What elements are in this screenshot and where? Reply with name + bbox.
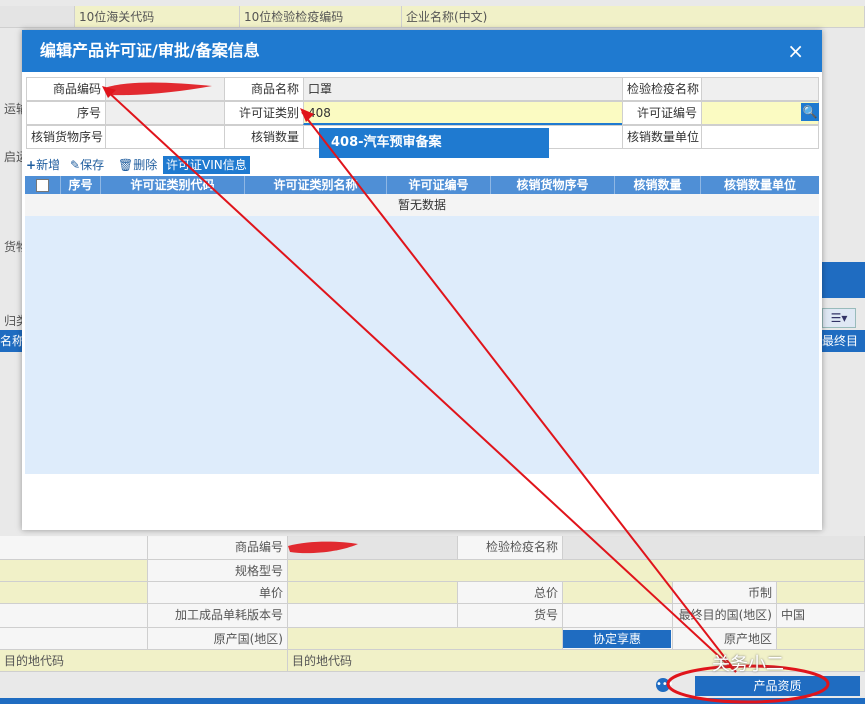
annotation-arrow-line-2 <box>105 89 737 673</box>
watermark-text: 关务小二 <box>712 654 784 675</box>
redaction-scribble-top <box>104 82 212 96</box>
red-annotation-overlay <box>102 82 830 704</box>
annotation-arrow-line-1 <box>301 111 737 673</box>
annotation-arrowhead-1 <box>300 108 314 122</box>
redaction-scribble-bottom <box>288 541 358 554</box>
